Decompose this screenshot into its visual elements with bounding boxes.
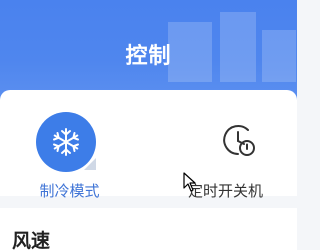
snowflake-icon xyxy=(53,128,79,156)
timer-power-button[interactable]: 定时开关机 xyxy=(188,112,297,200)
cooling-mode-button[interactable]: 制冷模式 xyxy=(22,112,132,200)
timer-clock-icon xyxy=(223,125,255,156)
page-title: 控制 xyxy=(125,44,172,69)
header-bar: 控制 xyxy=(0,0,297,100)
timer-power-label: 定时开关机 xyxy=(188,182,264,200)
app-screen: 控制 制冷模式 定时开关机 风速 xyxy=(0,0,297,250)
mouse-cursor-icon xyxy=(183,172,196,192)
fan-speed-title: 风速 xyxy=(12,230,51,250)
cooling-mode-label: 制冷模式 xyxy=(39,182,100,200)
corner-badge xyxy=(84,158,96,170)
mode-card: 制冷模式 定时开关机 xyxy=(0,90,297,200)
fan-speed-section: 风速 xyxy=(0,208,297,250)
